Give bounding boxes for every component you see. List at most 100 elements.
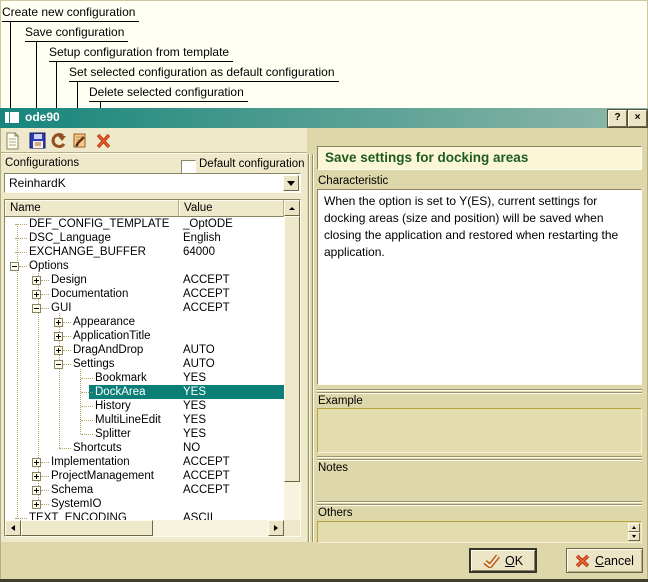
cancel-button[interactable]: Cancel — [566, 548, 643, 573]
expand-icon[interactable] — [54, 318, 63, 327]
close-button[interactable]: × — [628, 110, 647, 127]
panel-splitter[interactable] — [308, 154, 314, 542]
new-configuration-button[interactable] — [3, 131, 23, 151]
tree-row[interactable]: ProjectManagementACCEPT — [5, 469, 284, 483]
tree-row[interactable]: SettingsAUTO — [5, 357, 284, 371]
configuration-select-dropdown-button[interactable] — [283, 175, 299, 191]
tree-node-label: Schema — [51, 483, 93, 497]
tree-node-value: ASCII — [179, 511, 284, 520]
horizontal-scroll-thumb[interactable] — [21, 520, 153, 536]
tree-connector — [63, 350, 71, 351]
default-configuration-checkbox-label: Default configuration — [199, 158, 304, 170]
tree-connector — [41, 280, 49, 281]
expand-icon[interactable] — [32, 500, 41, 509]
vertical-scroll-thumb[interactable] — [284, 216, 300, 482]
collapse-icon[interactable] — [32, 304, 41, 313]
arrow-down-icon — [632, 535, 636, 538]
scroll-down-button[interactable] — [628, 532, 640, 541]
tree-connector — [63, 364, 71, 365]
tree-indent — [5, 490, 32, 491]
tree-node-label: DEF_CONFIG_TEMPLATE — [29, 217, 169, 231]
column-header-value[interactable]: Value — [179, 200, 284, 217]
tree-node-value — [179, 497, 284, 511]
tree-node-value — [179, 315, 284, 329]
set-default-configuration-button[interactable] — [70, 131, 90, 151]
tree-node-value: ACCEPT — [179, 483, 284, 497]
expand-icon[interactable] — [32, 472, 41, 481]
expand-icon[interactable] — [32, 276, 41, 285]
tree-connector — [81, 434, 93, 435]
section-splitter[interactable] — [317, 389, 642, 394]
scroll-up-button[interactable] — [284, 200, 300, 216]
column-header-name[interactable]: Name — [5, 200, 179, 217]
tree-horizontal-scrollbar[interactable] — [5, 520, 284, 536]
tree-row[interactable]: HistoryYES — [5, 399, 284, 413]
ok-button[interactable]: OK — [469, 548, 537, 573]
tree-node-value: ACCEPT — [179, 287, 284, 301]
tree-row[interactable]: GUIACCEPT — [5, 301, 284, 315]
others-label: Others — [318, 507, 353, 519]
tree-row[interactable]: Schema ACCEPT — [5, 483, 284, 497]
tree-connector — [41, 308, 49, 309]
help-button[interactable]: ? — [608, 110, 627, 127]
scroll-right-button[interactable] — [268, 520, 284, 536]
floppy-disk-icon — [28, 131, 48, 151]
tree-row[interactable]: ShortcutsNO — [5, 441, 284, 455]
tree-indent — [5, 280, 32, 281]
tree-row[interactable]: ApplicationTitle — [5, 329, 284, 343]
tree-indent — [5, 336, 54, 337]
tree-row[interactable]: DesignACCEPT — [5, 273, 284, 287]
tree-indent — [5, 252, 15, 253]
tree-header: Name Value — [5, 200, 284, 217]
tree-row[interactable]: TEXT_ENCODINGASCII — [5, 511, 284, 520]
tree-row[interactable]: EXCHANGE_BUFFER64000 — [5, 245, 284, 259]
scroll-up-button[interactable] — [628, 523, 640, 532]
collapse-icon[interactable] — [54, 360, 63, 369]
tree-row[interactable]: SplitterYES — [5, 427, 284, 441]
tree-row[interactable]: BookmarkYES — [5, 371, 284, 385]
tree-node-label: GUI — [51, 301, 71, 315]
tree-row[interactable]: Options — [5, 259, 284, 273]
tree-vertical-scrollbar[interactable] — [284, 200, 300, 536]
tree-node-value: YES — [179, 371, 284, 385]
tree-indent — [5, 350, 54, 351]
tree-connector — [81, 378, 93, 379]
tree-row[interactable]: DragAndDropAUTO — [5, 343, 284, 357]
tree-connector — [41, 504, 49, 505]
expand-icon[interactable] — [54, 346, 63, 355]
callout-label: Delete selected configuration — [89, 85, 248, 102]
delete-configuration-button[interactable] — [94, 131, 114, 151]
tree-node-label: DragAndDrop — [73, 343, 143, 357]
collapse-icon[interactable] — [10, 262, 19, 271]
tree-row[interactable]: SystemIO — [5, 497, 284, 511]
tree-row[interactable]: DockAreaYES — [5, 385, 284, 399]
section-splitter[interactable] — [317, 501, 642, 506]
tree-indent — [5, 364, 54, 365]
expand-icon[interactable] — [54, 332, 63, 341]
chevron-down-icon — [287, 181, 295, 186]
expand-icon[interactable] — [32, 290, 41, 299]
save-configuration-button[interactable] — [28, 131, 48, 151]
tree-node-label: ProjectManagement — [51, 469, 154, 483]
expand-icon[interactable] — [32, 486, 41, 495]
new-document-icon — [3, 131, 23, 151]
ok-button-label: OK — [505, 554, 523, 568]
configuration-select[interactable]: ReinhardK — [4, 173, 301, 193]
setup-configuration-from-template-button[interactable] — [50, 131, 70, 151]
characteristic-text: When the option is set to Y(ES), current… — [317, 189, 642, 385]
cancel-x-icon — [575, 554, 590, 568]
section-splitter[interactable] — [317, 456, 642, 461]
tree-connector — [41, 490, 49, 491]
tree-row[interactable]: DEF_CONFIG_TEMPLATE_OptODE — [5, 217, 284, 231]
scroll-left-button[interactable] — [5, 520, 21, 536]
tree-node-value: English — [179, 231, 284, 245]
notes-scrollbar[interactable] — [628, 523, 640, 541]
tree-row[interactable]: MultiLineEditYES — [5, 413, 284, 427]
expand-icon[interactable] — [32, 458, 41, 467]
tree-node-label: MultiLineEdit — [95, 413, 161, 427]
window-title: ode90 — [25, 110, 60, 124]
tree-row[interactable]: DSC_LanguageEnglish — [5, 231, 284, 245]
tree-row[interactable]: DocumentationACCEPT — [5, 287, 284, 301]
tree-row[interactable]: Appearance — [5, 315, 284, 329]
tree-row[interactable]: ImplementationACCEPT — [5, 455, 284, 469]
